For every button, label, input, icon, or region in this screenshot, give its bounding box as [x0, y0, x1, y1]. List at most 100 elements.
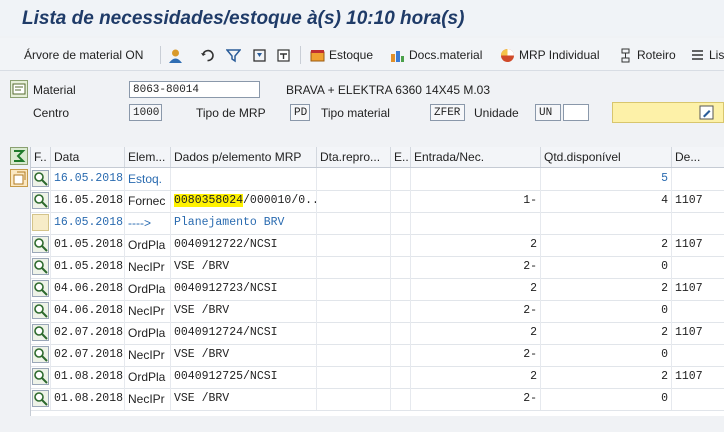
header-qtd[interactable]: Qtd.disponível [541, 147, 672, 167]
header-deposito[interactable]: De... [672, 147, 724, 167]
e-cell [391, 234, 411, 256]
header-f[interactable]: F.. [31, 147, 51, 167]
element-cell: Fornec [125, 190, 171, 212]
totals-button[interactable] [10, 147, 28, 165]
table-header: F.. Data Elem... Dados p/elemento MRP Dt… [31, 147, 724, 168]
entrada-cell: 2- [411, 344, 541, 366]
row-detail-button[interactable] [32, 346, 49, 363]
table-row[interactable]: 16.05.2018 ----> Planejamento BRV [31, 212, 724, 235]
header-elemento[interactable]: Elem... [125, 147, 171, 167]
table-row[interactable]: 01.08.2018 OrdPla 0040912725/NCSI 2 2 1107 [31, 366, 724, 389]
stock-label: Estoque [329, 48, 374, 62]
header-data[interactable]: Data [51, 147, 125, 167]
unidade-extra-field[interactable] [563, 104, 589, 121]
mrp-icon [500, 48, 515, 63]
e-cell [391, 278, 411, 300]
material-docs-button[interactable]: Docs.material [390, 46, 482, 64]
table-row[interactable]: 04.06.2018 NecIPr VSE /BRV 2- 0 [31, 300, 724, 323]
planner-icon-button[interactable] [168, 46, 187, 64]
row-detail-button[interactable] [32, 280, 49, 297]
table-row[interactable]: 01.08.2018 NecIPr VSE /BRV 2- 0 [31, 388, 724, 411]
highlighted-order-number: 0080358024 [174, 194, 244, 207]
entrada-cell: 2 [411, 366, 541, 388]
row-icon-cell [31, 190, 51, 212]
magnifier-icon [34, 326, 48, 340]
table-row[interactable]: 04.06.2018 OrdPla 0040912723/NCSI 2 2 1107 [31, 278, 724, 301]
material-detail-button[interactable] [10, 80, 28, 98]
table-row[interactable]: 16.05.2018Fornec0080358024/000010/0... 1-… [31, 190, 724, 213]
dta-repro-cell [317, 168, 391, 190]
dados-text: VSE /BRV [174, 348, 230, 361]
header-entrada[interactable]: Entrada/Nec. [411, 147, 541, 167]
row-detail-button[interactable] [32, 302, 49, 319]
refresh-button[interactable] [200, 46, 219, 64]
date-cell: 16.05.2018 [51, 212, 125, 234]
e-cell [391, 190, 411, 212]
filter-button[interactable] [225, 46, 245, 64]
entrada-cell: 2 [411, 278, 541, 300]
dta-repro-cell [317, 322, 391, 344]
list-icon [690, 48, 705, 63]
export-button[interactable] [276, 46, 295, 64]
date-cell: 01.08.2018 [51, 388, 125, 410]
date-cell: 04.06.2018 [51, 300, 125, 322]
dados-text: /000010/0... [243, 194, 316, 207]
element-cell: OrdPla [125, 234, 171, 256]
mrp-individual-button[interactable]: MRP Individual [500, 46, 599, 64]
material-field[interactable]: 8063-80014 [129, 81, 260, 98]
table-row[interactable]: 02.07.2018 OrdPla 0040912724/NCSI 2 2 1107 [31, 322, 724, 345]
tipo-material-field[interactable]: ZFER [430, 104, 465, 121]
entrada-cell: 1- [411, 190, 541, 212]
list-button[interactable]: Lis [690, 46, 724, 64]
row-empty-button[interactable] [32, 214, 49, 231]
deposito-cell: 1107 [672, 278, 724, 300]
header-e[interactable]: E.. [391, 147, 411, 167]
tipo-material-label: Tipo material [321, 106, 390, 120]
dados-cell: 0040912723/NCSI [171, 278, 317, 300]
row-detail-button[interactable] [32, 236, 49, 253]
row-detail-button[interactable] [32, 368, 49, 385]
dta-repro-cell [317, 300, 391, 322]
route-icon [618, 48, 633, 63]
entrada-cell [411, 168, 541, 190]
dta-repro-cell [317, 256, 391, 278]
header-dados[interactable]: Dados p/elemento MRP [171, 147, 317, 167]
material-tree-button[interactable]: Árvore de material ON [24, 46, 143, 64]
deposito-cell [672, 212, 724, 234]
magnifier-icon [34, 172, 48, 186]
unidade-field[interactable]: UN [535, 104, 561, 121]
date-cell: 04.06.2018 [51, 278, 125, 300]
row-detail-button[interactable] [32, 324, 49, 341]
settings-button[interactable] [252, 46, 271, 64]
magnifier-icon [34, 282, 48, 296]
centro-field[interactable]: 1000 [129, 104, 162, 121]
entrada-cell: 2 [411, 322, 541, 344]
row-detail-button[interactable] [32, 390, 49, 407]
new-element-button[interactable] [10, 169, 28, 187]
date-cell: 01.05.2018 [51, 234, 125, 256]
row-detail-button[interactable] [32, 258, 49, 275]
row-icon-cell [31, 278, 51, 300]
table-row[interactable]: 16.05.2018 Estoq. 5 [31, 168, 724, 191]
row-icon-cell [31, 168, 51, 190]
table-row[interactable]: 01.05.2018 NecIPr VSE /BRV 2- 0 [31, 256, 724, 279]
qtd-cell: 0 [541, 344, 672, 366]
row-icon-cell [31, 300, 51, 322]
dados-cell: 0040912725/NCSI [171, 366, 317, 388]
stock-button[interactable]: Estoque [310, 46, 373, 64]
material-docs-icon [390, 48, 405, 63]
centro-label: Centro [33, 106, 70, 120]
filter-icon [225, 48, 242, 63]
deposito-cell [672, 168, 724, 190]
deposito-cell [672, 344, 724, 366]
header-dta-repro[interactable]: Dta.repro... [317, 147, 391, 167]
toolbar-separator [300, 46, 301, 64]
row-detail-button[interactable] [32, 170, 49, 187]
route-button[interactable]: Roteiro [618, 46, 676, 64]
table-row[interactable]: 01.05.2018 OrdPla 0040912722/NCSI 2 2 1107 [31, 234, 724, 257]
edit-button[interactable] [612, 102, 724, 123]
table-row[interactable]: 02.07.2018 NecIPr VSE /BRV 2- 0 [31, 344, 724, 367]
tipo-mrp-field[interactable]: PD [290, 104, 310, 121]
row-detail-button[interactable] [32, 192, 49, 209]
qtd-cell [541, 212, 672, 234]
